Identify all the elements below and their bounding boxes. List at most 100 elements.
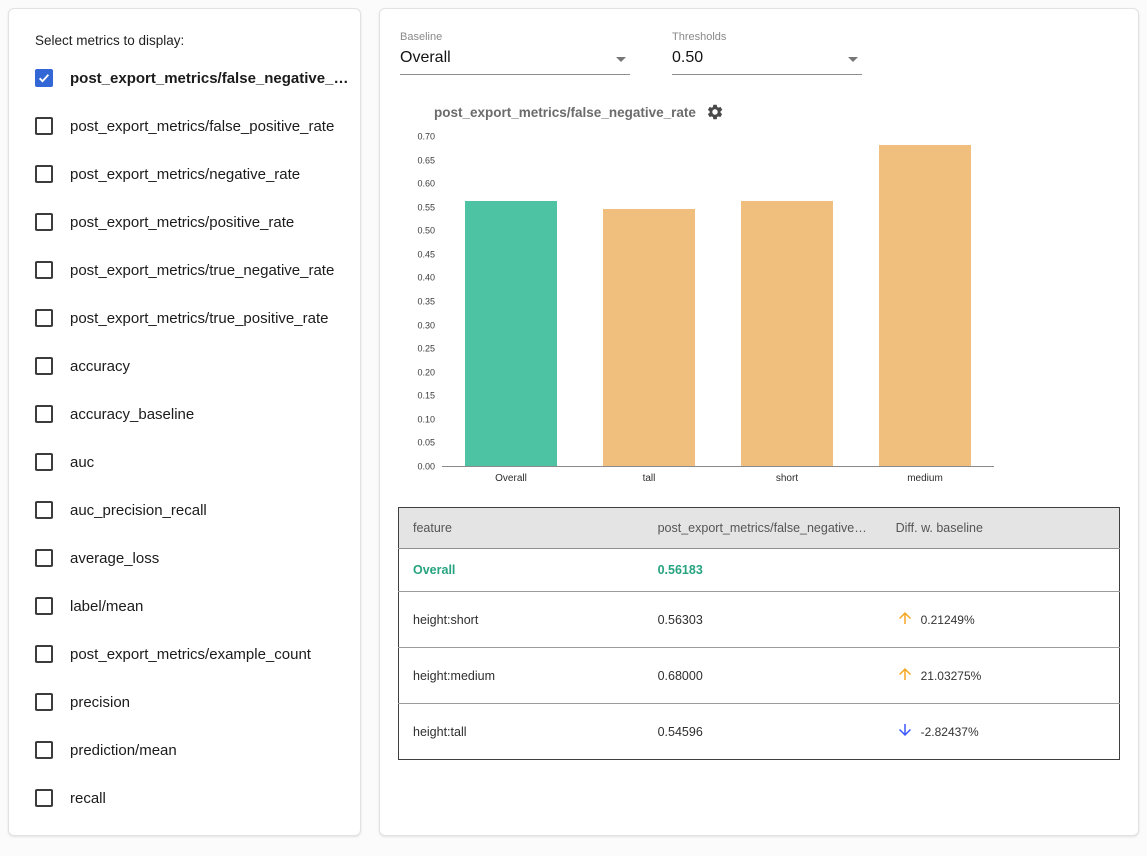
checkbox-unchecked-icon[interactable] — [35, 165, 53, 183]
chevron-down-icon — [616, 57, 626, 62]
checkbox-unchecked-icon[interactable] — [35, 117, 53, 135]
y-tick-label: 0.15 — [417, 392, 435, 401]
baseline-select[interactable]: Baseline Overall — [400, 31, 630, 75]
chart-plot-wrap: Overalltallshortmedium — [442, 137, 994, 489]
y-tick-label: 0.25 — [417, 345, 435, 354]
metrics-table: feature post_export_metrics/false_negati… — [398, 507, 1120, 760]
gear-icon[interactable] — [706, 103, 724, 121]
checkbox-unchecked-icon[interactable] — [35, 213, 53, 231]
value-cell: 0.56183 — [644, 549, 882, 592]
checkbox-unchecked-icon[interactable] — [35, 405, 53, 423]
metrics-list: post_export_metrics/false_negative_r...p… — [35, 54, 350, 822]
diff-cell: 0.21249% — [882, 592, 1120, 648]
arrow-up-icon — [896, 665, 914, 686]
value-cell: 0.68000 — [644, 648, 882, 704]
bar-tall[interactable] — [603, 209, 695, 466]
x-tick-label: tall — [580, 473, 718, 484]
thresholds-select-value: 0.50 — [672, 49, 862, 67]
metric-label: label/mean — [70, 598, 143, 615]
y-tick-label: 0.65 — [417, 156, 435, 165]
metric-label: post_export_metrics/false_positive_rate — [70, 118, 334, 135]
chart-title: post_export_metrics/false_negative_rate — [434, 105, 696, 120]
metric-label: accuracy — [70, 358, 130, 375]
metric-item[interactable]: post_export_metrics/false_positive_rate — [35, 102, 350, 150]
chart-plot-area — [442, 137, 994, 467]
checkbox-unchecked-icon[interactable] — [35, 309, 53, 327]
chart-header: post_export_metrics/false_negative_rate — [434, 103, 1120, 121]
y-tick-label: 0.55 — [417, 203, 435, 212]
metric-label: post_export_metrics/false_negative_r... — [70, 70, 350, 87]
metric-item[interactable]: accuracy — [35, 342, 350, 390]
diff-value: -2.82437% — [921, 725, 979, 739]
metric-label: post_export_metrics/negative_rate — [70, 166, 300, 183]
metric-label: post_export_metrics/true_positive_rate — [70, 310, 328, 327]
y-tick-label: 0.00 — [417, 463, 435, 472]
y-tick-label: 0.45 — [417, 250, 435, 259]
x-tick-label: Overall — [442, 473, 580, 484]
y-tick-label: 0.35 — [417, 298, 435, 307]
metric-label: post_export_metrics/positive_rate — [70, 214, 294, 231]
metric-item[interactable]: post_export_metrics/true_negative_rate — [35, 246, 350, 294]
checkbox-unchecked-icon[interactable] — [35, 789, 53, 807]
thresholds-select[interactable]: Thresholds 0.50 — [672, 31, 862, 75]
metric-item[interactable]: post_export_metrics/negative_rate — [35, 150, 350, 198]
metric-item[interactable]: average_loss — [35, 534, 350, 582]
checkbox-unchecked-icon[interactable] — [35, 597, 53, 615]
checkbox-unchecked-icon[interactable] — [35, 453, 53, 471]
value-cell: 0.56303 — [644, 592, 882, 648]
metric-item[interactable]: accuracy_baseline — [35, 390, 350, 438]
table-header-metric: post_export_metrics/false_negative_rat..… — [644, 508, 882, 549]
metric-item[interactable]: precision — [35, 678, 350, 726]
checkbox-checked-icon[interactable] — [35, 69, 53, 87]
checkbox-unchecked-icon[interactable] — [35, 693, 53, 711]
metric-item[interactable]: post_export_metrics/true_positive_rate — [35, 294, 350, 342]
y-tick-label: 0.60 — [417, 180, 435, 189]
checkbox-unchecked-icon[interactable] — [35, 357, 53, 375]
y-tick-label: 0.70 — [417, 133, 435, 142]
metric-item[interactable]: post_export_metrics/false_negative_r... — [35, 54, 350, 102]
metric-item[interactable]: post_export_metrics/positive_rate — [35, 198, 350, 246]
checkbox-unchecked-icon[interactable] — [35, 549, 53, 567]
metric-label: average_loss — [70, 550, 159, 567]
checkbox-unchecked-icon[interactable] — [35, 645, 53, 663]
bar-medium[interactable] — [879, 145, 971, 466]
metrics-panel-title: Select metrics to display: — [35, 33, 350, 48]
diff-cell — [882, 549, 1120, 592]
metric-label: auc — [70, 454, 94, 471]
x-tick-label: medium — [856, 473, 994, 484]
diff-cell-content: 0.21249% — [896, 609, 1105, 630]
results-panel: Baseline Overall Thresholds 0.50 post_ex… — [379, 8, 1139, 836]
diff-value: 0.21249% — [921, 613, 975, 627]
metric-label: auc_precision_recall — [70, 502, 207, 519]
page: Select metrics to display: post_export_m… — [0, 0, 1147, 846]
diff-cell: 21.03275% — [882, 648, 1120, 704]
metric-item[interactable]: prediction/mean — [35, 726, 350, 774]
value-cell: 0.54596 — [644, 704, 882, 760]
metric-item[interactable]: recall — [35, 774, 350, 822]
metric-item[interactable]: label/mean — [35, 582, 350, 630]
table-row: height:medium0.68000 21.03275% — [399, 648, 1120, 704]
metric-item[interactable]: post_export_metrics/example_count — [35, 630, 350, 678]
metrics-panel: Select metrics to display: post_export_m… — [8, 8, 361, 836]
metric-item[interactable]: auc_precision_recall — [35, 486, 350, 534]
metric-label: post_export_metrics/true_negative_rate — [70, 262, 334, 279]
table-header-diff: Diff. w. baseline — [882, 508, 1120, 549]
checkbox-unchecked-icon[interactable] — [35, 741, 53, 759]
bar-short[interactable] — [741, 201, 833, 466]
metric-item[interactable]: auc — [35, 438, 350, 486]
table-header-row: feature post_export_metrics/false_negati… — [399, 508, 1120, 549]
arrow-up-icon — [896, 609, 914, 630]
checkbox-unchecked-icon[interactable] — [35, 261, 53, 279]
controls-row: Baseline Overall Thresholds 0.50 — [400, 31, 1120, 75]
y-tick-label: 0.10 — [417, 415, 435, 424]
bar-overall[interactable] — [465, 201, 557, 466]
bar-chart: 0.000.050.100.150.200.250.300.350.400.45… — [400, 137, 1120, 489]
table-body: Overall0.56183height:short0.563030.21249… — [399, 549, 1120, 760]
diff-value: 21.03275% — [921, 669, 982, 683]
checkbox-unchecked-icon[interactable] — [35, 501, 53, 519]
metric-label: post_export_metrics/example_count — [70, 646, 311, 663]
y-tick-label: 0.30 — [417, 321, 435, 330]
feature-cell: height:tall — [399, 704, 644, 760]
feature-cell: height:medium — [399, 648, 644, 704]
chevron-down-icon — [848, 57, 858, 62]
